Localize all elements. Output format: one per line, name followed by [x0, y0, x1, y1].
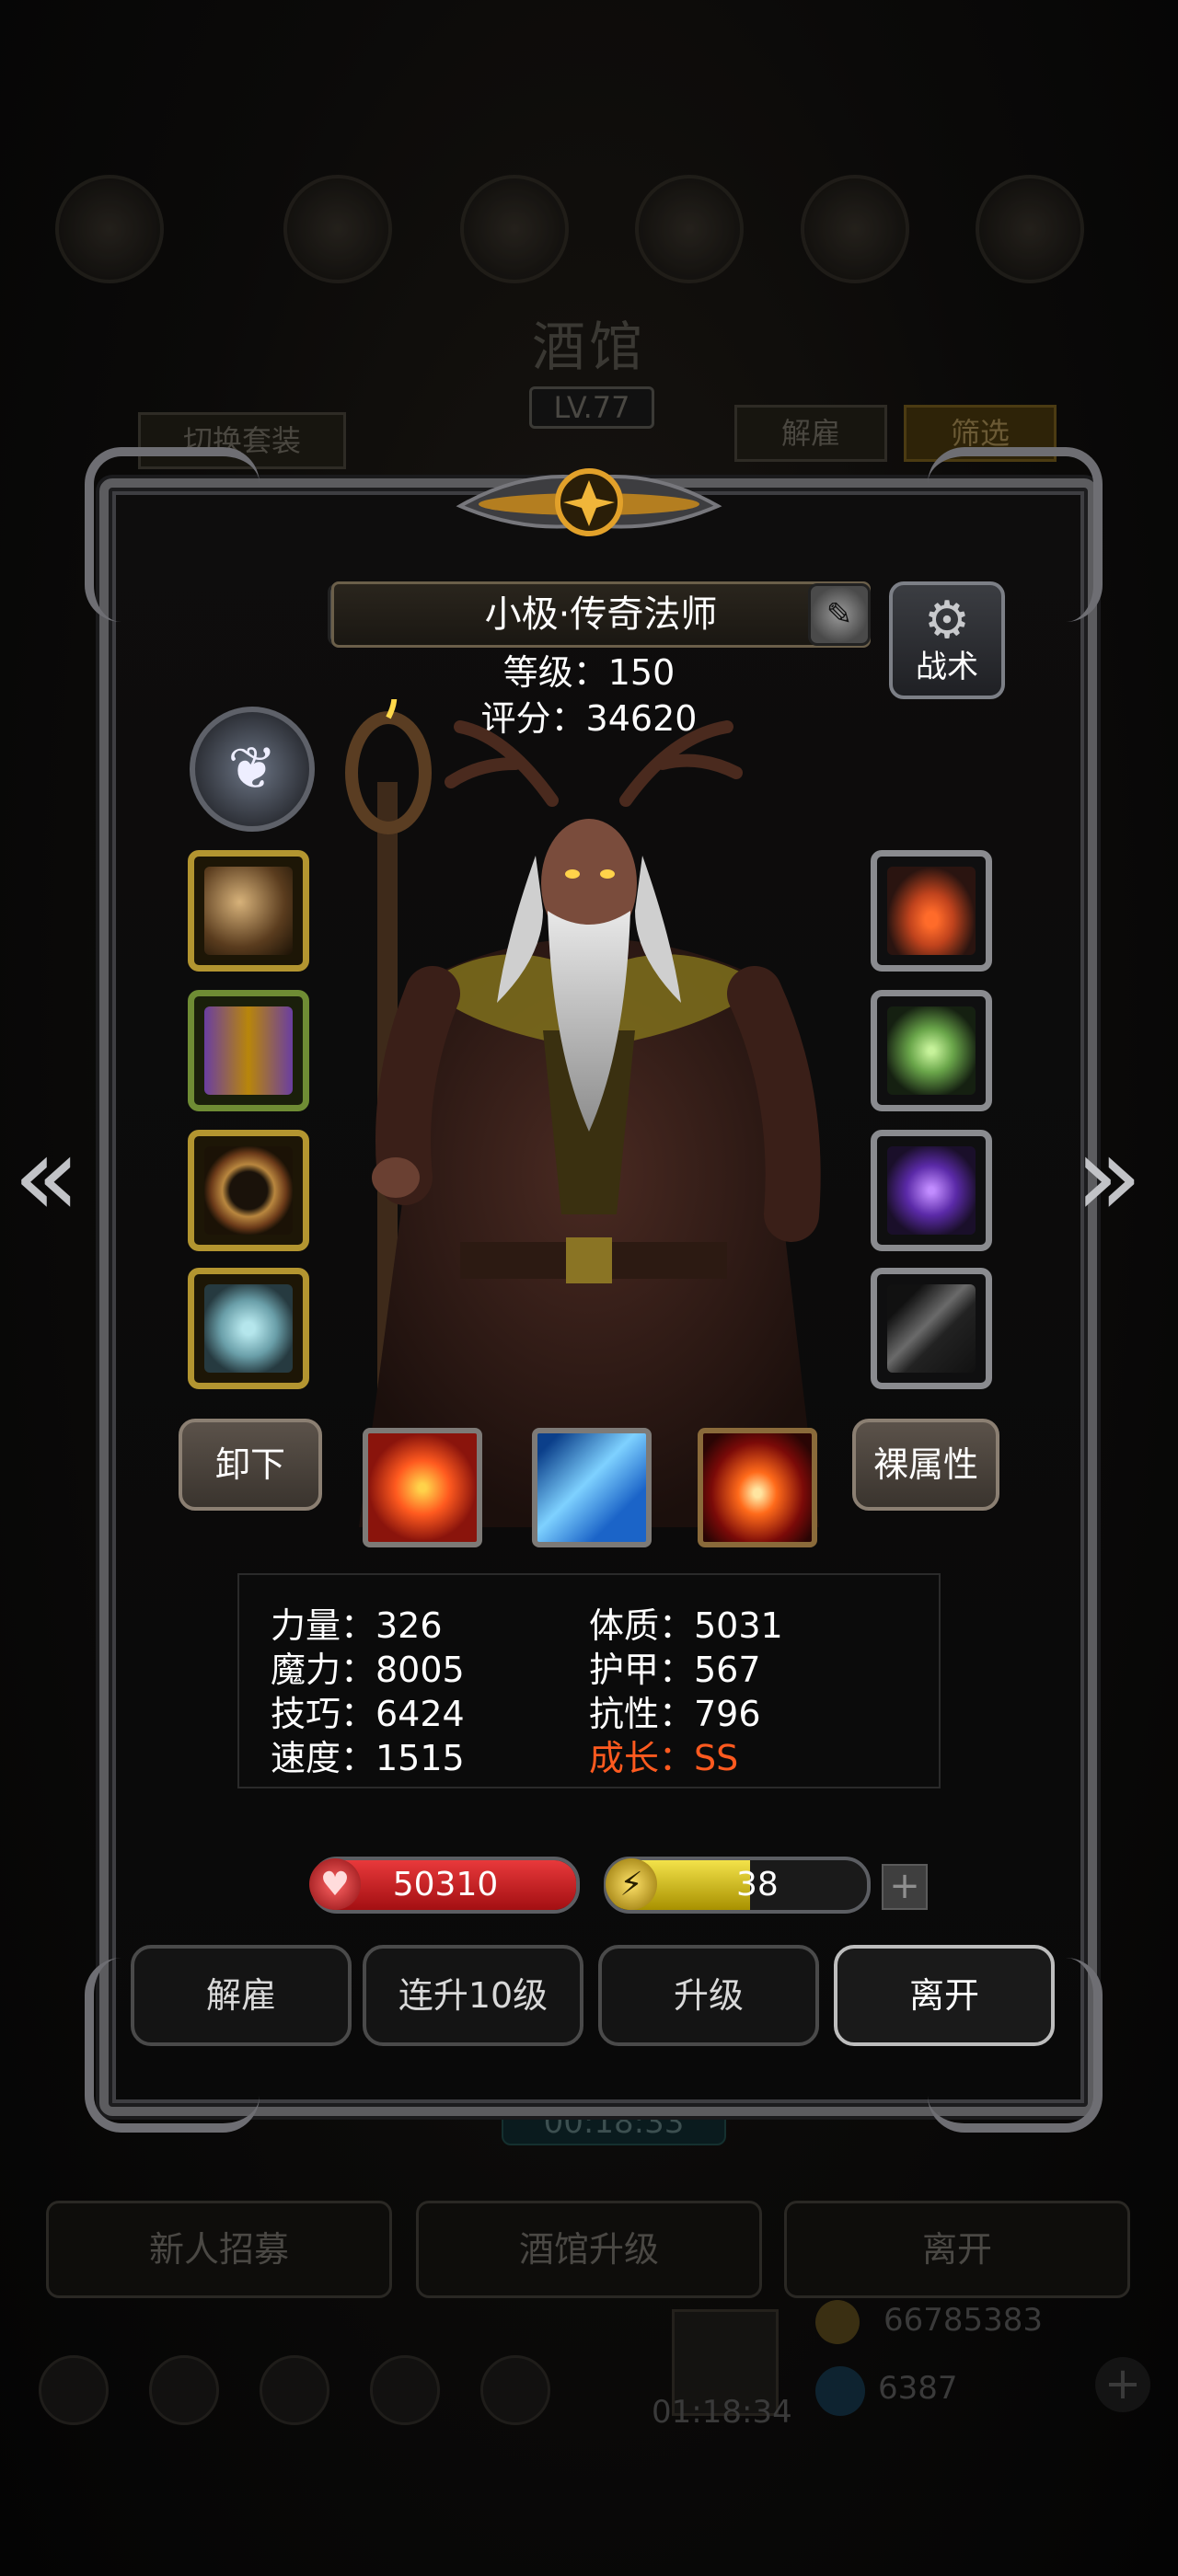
level-up-10-button[interactable]: 连升10级: [363, 1945, 583, 2046]
dialog-crest-icon: [456, 468, 722, 536]
bottom-nav-icon[interactable]: [39, 2355, 109, 2425]
attr-magic: 魔力：8005: [271, 1650, 465, 1690]
tavern-level-badge: LV.77: [529, 386, 654, 429]
new-recruit-button[interactable]: 新人招募: [46, 2201, 392, 2298]
attr-growth: 成长：SS: [589, 1738, 739, 1778]
gold-coin-icon: [815, 2300, 860, 2344]
leave-button[interactable]: 离开: [834, 1945, 1055, 2046]
level-up-button[interactable]: 升级: [598, 1945, 819, 2046]
gear-icon: ⚙: [923, 591, 971, 650]
armor-slot-robe[interactable]: [188, 990, 309, 1111]
naked-attributes-button[interactable]: 裸属性: [852, 1419, 999, 1511]
accessory-slot-amulet[interactable]: [871, 1130, 992, 1251]
hero-name: 小极·传奇法师: [331, 581, 871, 648]
gold-amount: 66785383: [884, 2302, 1044, 2339]
bottom-nav-icon[interactable]: [370, 2355, 440, 2425]
bg-dismiss-button[interactable]: 解雇: [734, 405, 887, 462]
gem-amount: 6387: [878, 2370, 958, 2407]
bg-leave-button[interactable]: 离开: [784, 2201, 1130, 2298]
energy-value: 38: [736, 1866, 779, 1903]
attr-constitution: 体质：5031: [589, 1605, 783, 1646]
heart-icon: ♥: [309, 1858, 361, 1910]
class-emblem-icon[interactable]: ❦: [190, 707, 315, 832]
accessory-slot-bracelet[interactable]: [188, 1268, 309, 1389]
ice-skill-icon[interactable]: [532, 1428, 652, 1547]
accessory-slot-ring[interactable]: [188, 1130, 309, 1251]
tactics-button[interactable]: ⚙ 战术: [889, 581, 1005, 699]
background-top-icons: [55, 175, 1123, 285]
accessory-slot-crown[interactable]: [871, 850, 992, 972]
attr-armor: 护甲：567: [589, 1650, 761, 1690]
bottom-nav-icon[interactable]: [149, 2355, 219, 2425]
add-energy-button[interactable]: +: [882, 1864, 928, 1910]
attr-resistance: 抗性：796: [589, 1694, 761, 1734]
dismiss-button[interactable]: 解雇: [131, 1945, 352, 2046]
accessory-slot-gauntlet[interactable]: [871, 1268, 992, 1389]
next-hero-arrow[interactable]: »: [1075, 1122, 1142, 1233]
lightning-icon: ⚡: [606, 1858, 657, 1910]
previous-hero-arrow[interactable]: «: [13, 1122, 80, 1233]
gift-timer: 01:18:34: [652, 2394, 792, 2431]
attr-skill: 技巧：6424: [271, 1694, 465, 1734]
bg-add-icon[interactable]: +: [1095, 2357, 1150, 2412]
tavern-upgrade-button[interactable]: 酒馆升级: [416, 2201, 762, 2298]
gem-icon: [815, 2366, 865, 2416]
attr-speed: 速度：1515: [271, 1738, 465, 1778]
bottom-nav-icon[interactable]: [480, 2355, 550, 2425]
attr-strength: 力量：326: [271, 1605, 443, 1646]
tactics-label: 战术: [916, 649, 978, 685]
fire-skill-icon[interactable]: [363, 1428, 482, 1547]
unequip-button[interactable]: 卸下: [179, 1419, 322, 1511]
tavern-title: 酒馆: [531, 316, 646, 378]
weapon-slot-staff[interactable]: [188, 850, 309, 972]
flame-skill-icon[interactable]: [698, 1428, 817, 1547]
accessory-slot-crystal[interactable]: [871, 990, 992, 1111]
dialog-corner-ornament: [85, 447, 260, 622]
edit-name-icon[interactable]: ✎: [808, 583, 871, 646]
bottom-nav-icon[interactable]: [260, 2355, 329, 2425]
